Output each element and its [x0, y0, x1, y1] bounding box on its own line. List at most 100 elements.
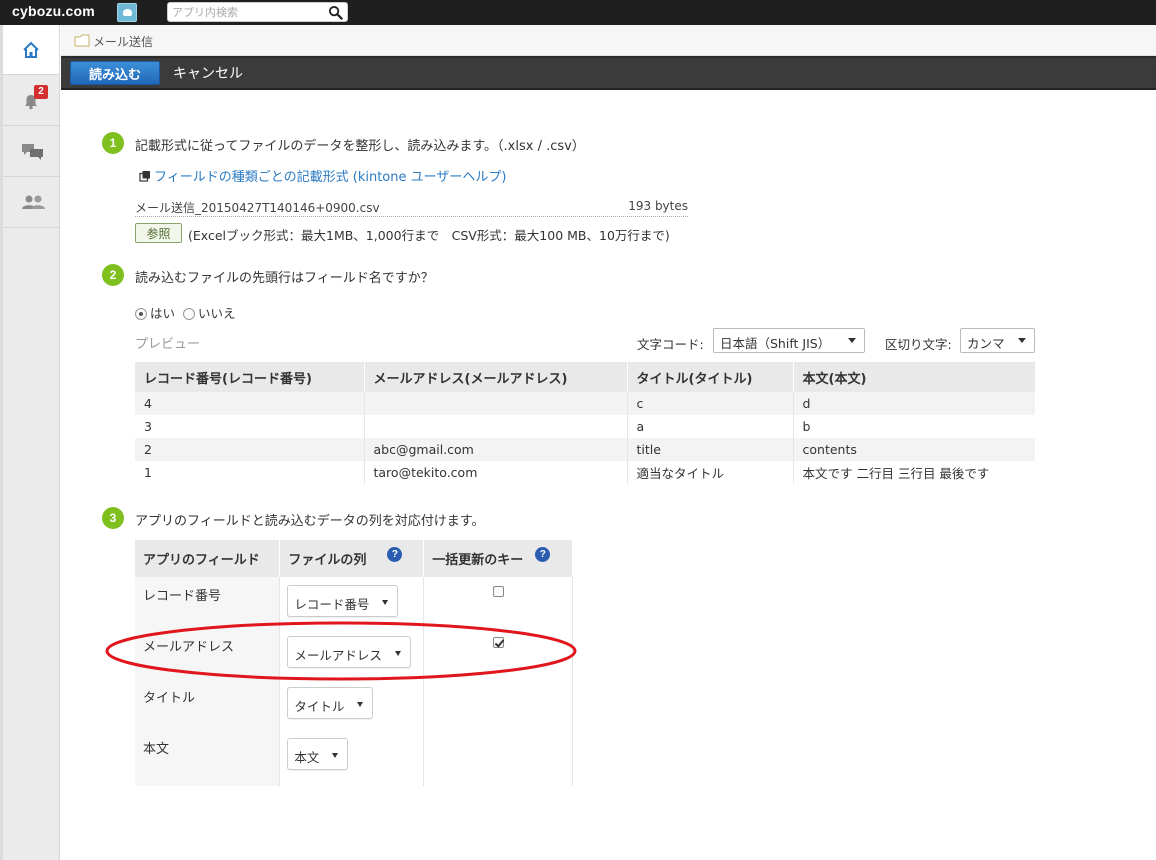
file-limit-text: (Excelブック形式：最大1MB、1,000行まで CSV形式：最大100 M…: [188, 228, 670, 243]
table-cell: 4: [135, 392, 365, 415]
preview-header-cell: 本文(本文): [793, 362, 1035, 392]
preview-header-cell: レコード番号(レコード番号): [135, 362, 365, 392]
table-row: タイトル タイトル: [135, 679, 573, 730]
external-window-icon: [139, 171, 150, 182]
chevron-down-icon: [394, 651, 401, 656]
mapping-field-name: タイトル: [135, 679, 281, 730]
mapping-field-name: メールアドレス: [135, 628, 281, 679]
cancel-button[interactable]: キャンセル: [173, 62, 243, 84]
radio-no-button[interactable]: [183, 308, 195, 320]
file-column-select[interactable]: 本文: [287, 738, 349, 770]
radio-no[interactable]: いいえ: [183, 306, 236, 321]
app-icon[interactable]: [117, 3, 137, 22]
table-cell: [364, 392, 628, 415]
field-format-help-link[interactable]: フィールドの種類ごとの記載形式 (kintone ユーザーヘルプ): [139, 166, 506, 185]
mapping-field-name: 本文: [135, 730, 281, 786]
mapping-header-row: アプリのフィールド ファイルの列? 一括更新のキー?: [135, 540, 573, 577]
mapping-header-label: 一括更新のキー: [432, 553, 524, 568]
delimiter-value: カンマ: [967, 336, 1005, 351]
update-key-checkbox[interactable]: [492, 586, 504, 597]
mapping-column-cell: タイトル: [279, 679, 425, 730]
mapping-header-update-key: 一括更新のキー?: [423, 540, 573, 577]
file-column-value: メールアドレス: [294, 648, 382, 663]
chevron-down-icon: [332, 753, 339, 758]
mapping-header-label: アプリのフィールド: [143, 553, 260, 568]
action-bar: 読み込む キャンセル: [61, 56, 1156, 90]
file-column-select[interactable]: タイトル: [287, 687, 374, 719]
encoding-select[interactable]: 日本語（Shift JIS）: [713, 328, 865, 353]
file-column-select[interactable]: メールアドレス: [287, 636, 411, 668]
step-2-number: 2: [102, 264, 124, 286]
left-nav: 2: [0, 25, 60, 860]
table-row: 本文 本文: [135, 730, 573, 786]
chevron-down-icon: [1018, 338, 1026, 343]
table-cell: 適当なタイトル: [627, 461, 794, 484]
preview-header-row: レコード番号(レコード番号) メールアドレス(メールアドレス) タイトル(タイト…: [135, 362, 1035, 392]
radio-no-label: いいえ: [198, 306, 236, 321]
mapping-column-cell: レコード番号: [279, 577, 425, 628]
people-icon: [22, 195, 45, 209]
delimiter-label: 区切り文字:: [885, 337, 952, 352]
preview-header-cell: タイトル(タイトル): [627, 362, 794, 392]
file-column-value: レコード番号: [294, 597, 370, 612]
table-cell: 1: [135, 461, 365, 484]
table-cell: b: [802, 419, 811, 434]
file-column-value: 本文: [294, 750, 320, 765]
nav-notifications[interactable]: 2: [3, 76, 59, 126]
step-3-number: 3: [102, 507, 124, 529]
table-row: 2 abc@gmail.com title contents: [135, 438, 1035, 461]
top-bar: cybozu.com: [0, 0, 1156, 25]
table-cell: abc@gmail.com: [364, 438, 628, 461]
field-mapping-table: アプリのフィールド ファイルの列? 一括更新のキー? レコード番号 レコード番号…: [135, 540, 573, 786]
chevron-down-icon: [357, 702, 364, 707]
browse-button[interactable]: 参照: [135, 223, 182, 243]
header-row-options: はい いいえ: [135, 303, 236, 322]
nav-messages[interactable]: [3, 127, 59, 177]
search-box: [167, 2, 348, 22]
radio-yes[interactable]: はい: [135, 306, 175, 321]
table-cell: contents: [793, 438, 1035, 461]
radio-yes-label: はい: [150, 306, 176, 321]
home-icon: [23, 41, 39, 58]
step-1-text: 記載形式に従ってファイルのデータを整形し、読み込みます。（.xlsx / .cs…: [135, 139, 585, 154]
search-icon[interactable]: [328, 5, 343, 20]
mapping-column-cell: メールアドレス: [279, 628, 425, 679]
file-column-select[interactable]: レコード番号: [287, 585, 399, 617]
notification-badge: 2: [34, 85, 48, 99]
app-breadcrumb-icon: [74, 34, 90, 47]
update-key-checkbox[interactable]: [492, 637, 504, 648]
mapping-header-file-column: ファイルの列?: [279, 540, 425, 577]
mapping-header-app-field: アプリのフィールド: [135, 540, 281, 577]
nav-home[interactable]: [3, 25, 59, 75]
mapping-key-cell: [423, 730, 573, 786]
step-2-text: 読み込むファイルの先頭行はフィールド名ですか？: [135, 271, 434, 286]
import-button[interactable]: 読み込む: [70, 61, 160, 85]
table-cell: [364, 415, 628, 438]
chat-icon: [22, 144, 43, 160]
help-icon[interactable]: ?: [387, 547, 403, 562]
help-icon[interactable]: ?: [535, 547, 551, 562]
table-cell: taro@tekito.com: [364, 461, 628, 484]
table-cell: title: [627, 438, 794, 461]
step-1-number: 1: [102, 132, 124, 154]
mapping-field-name: レコード番号: [135, 577, 281, 628]
table-cell: d: [793, 392, 1035, 415]
delimiter-select[interactable]: カンマ: [960, 328, 1035, 353]
preview-label: プレビュー: [135, 337, 201, 352]
mapping-column-cell: 本文: [279, 730, 425, 786]
table-cell: 3: [135, 415, 365, 438]
brand-logo[interactable]: cybozu.com: [12, 3, 95, 19]
chevron-down-icon: [848, 338, 856, 343]
nav-people[interactable]: [3, 178, 59, 228]
mapping-key-cell: [423, 679, 573, 730]
radio-yes-button[interactable]: [135, 308, 147, 320]
encoding-value: 日本語（Shift JIS）: [720, 336, 831, 351]
breadcrumb[interactable]: メール送信: [93, 33, 153, 50]
step-3-text: アプリのフィールドと読み込むデータの列を対応付けます。: [135, 514, 485, 529]
search-input[interactable]: [172, 4, 322, 20]
file-size: 193 bytes: [628, 199, 688, 213]
mapping-key-cell: [423, 577, 573, 628]
table-row: レコード番号 レコード番号: [135, 577, 573, 628]
mapping-key-cell: [423, 628, 573, 679]
help-link-label: フィールドの種類ごとの記載形式 (kintone ユーザーヘルプ): [154, 170, 507, 185]
